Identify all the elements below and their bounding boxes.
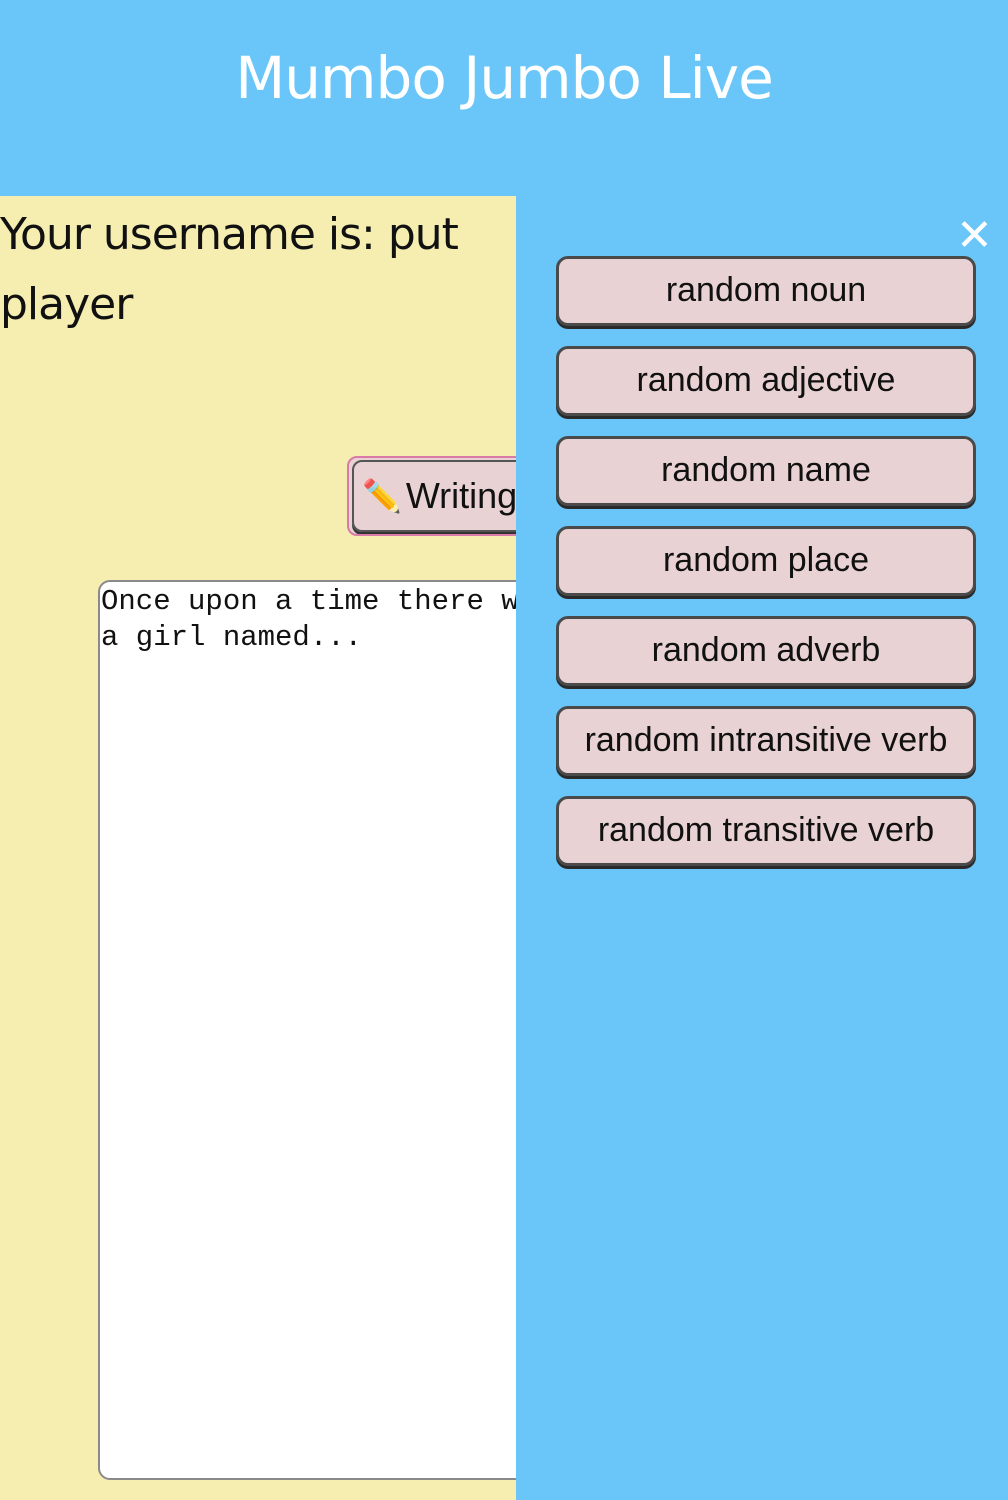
random-word-list: random noun random adjective random name… [556, 256, 976, 886]
writing-mode-button-face[interactable]: ✏️ Writing [352, 460, 516, 532]
random-place-button[interactable]: random place [556, 526, 976, 596]
story-textarea[interactable]: Once upon a time there was a girl named.… [98, 580, 516, 1480]
random-name-button[interactable]: random name [556, 436, 976, 506]
writing-mode-label: Writing [405, 475, 516, 516]
main-panel: Your username is: put player ✏️ Writing … [0, 196, 516, 1500]
close-icon[interactable]: ✕ [956, 214, 993, 258]
random-noun-button[interactable]: random noun [556, 256, 976, 326]
random-transitive-verb-button[interactable]: random transitive verb [556, 796, 976, 866]
writing-mode-button[interactable]: ✏️ Writing [347, 456, 516, 536]
app-title: Mumbo Jumbo Live [235, 44, 774, 112]
random-intransitive-verb-button[interactable]: random intransitive verb [556, 706, 976, 776]
random-adverb-button[interactable]: random adverb [556, 616, 976, 686]
app-header: Mumbo Jumbo Live [0, 0, 1008, 196]
random-adjective-button[interactable]: random adjective [556, 346, 976, 416]
word-sidebar: ✕ random noun random adjective random na… [516, 196, 1008, 1500]
pencil-icon: ✏️ [362, 478, 402, 514]
username-label: Your username is: put player [0, 209, 459, 330]
